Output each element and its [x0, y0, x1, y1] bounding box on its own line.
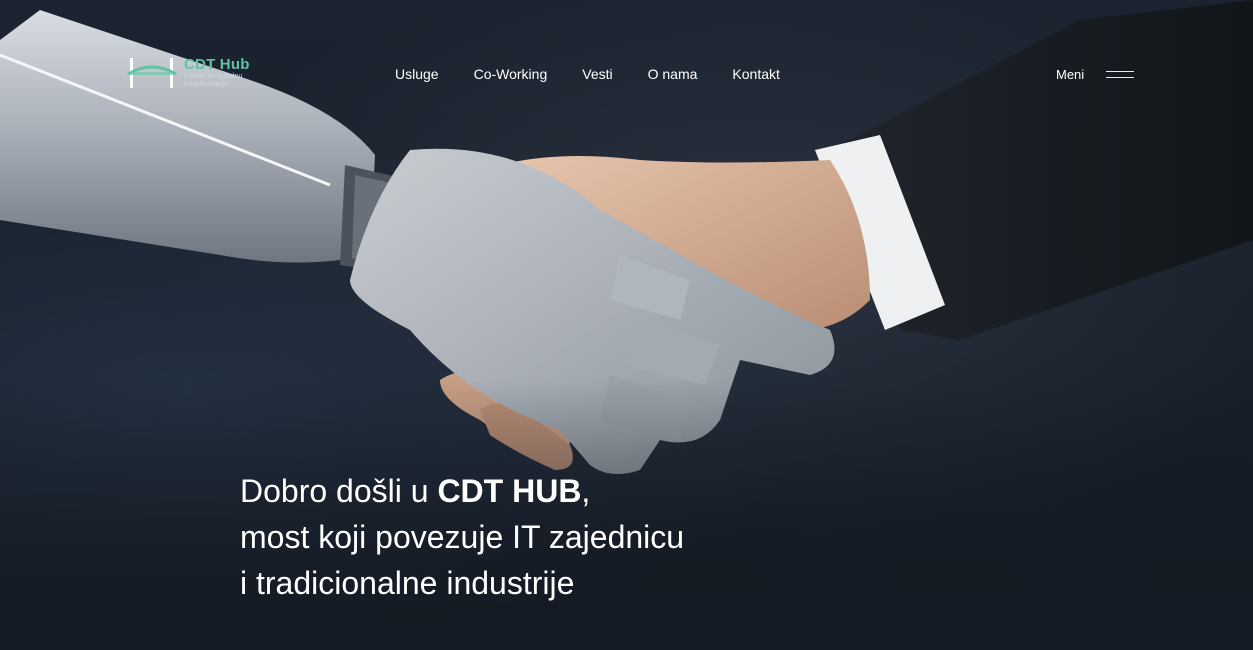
nav-item-usluge[interactable]: Usluge: [395, 66, 439, 82]
hero-section: CDT Hub Centar za digitalnu transformaci…: [0, 0, 1253, 650]
nav-item-co-working[interactable]: Co-Working: [474, 66, 548, 82]
nav-item-vesti[interactable]: Vesti: [582, 66, 612, 82]
headline-brand: CDT HUB: [437, 473, 582, 509]
logo-title: CDT Hub: [184, 56, 250, 73]
logo-subtitle: Centar za digitalnu transformaciju: [184, 73, 243, 88]
headline-line-3: i tradicionalne industrije: [240, 565, 575, 601]
headline-prefix: Dobro došli u: [240, 473, 438, 509]
headline-suffix: ,: [581, 473, 591, 509]
cdt-hub-logo[interactable]: CDT Hub Centar za digitalnu transformaci…: [124, 54, 264, 92]
menu-label: Meni: [1056, 67, 1085, 82]
hamburger-icon: [1106, 70, 1135, 79]
main-nav: Usluge Co-Working Vesti O nama Kontakt: [395, 66, 815, 82]
menu-button[interactable]: Meni: [1056, 67, 1135, 82]
cdt-hub-logo-icon: [127, 58, 177, 88]
hero-headline: Dobro došli u CDT HUB, most koji povezuj…: [240, 468, 684, 606]
nav-item-o-nama[interactable]: O nama: [648, 66, 698, 82]
headline-line-2: most koji povezuje IT zajednicu: [240, 519, 685, 555]
nav-item-kontakt[interactable]: Kontakt: [732, 66, 779, 82]
